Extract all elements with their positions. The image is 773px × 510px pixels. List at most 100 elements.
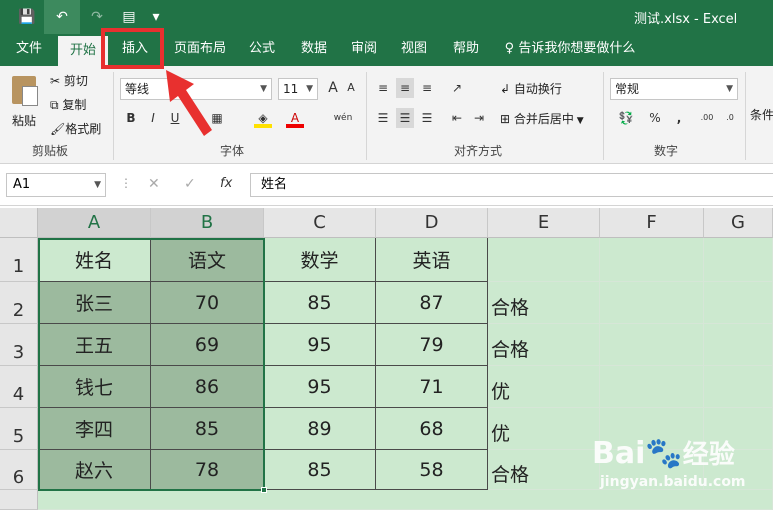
paste-button[interactable]: 粘贴 xyxy=(8,74,44,130)
font-size-combo[interactable]: 11 ▼ xyxy=(278,78,318,100)
align-middle-icon[interactable]: ≡ xyxy=(396,78,414,98)
italic-button[interactable]: I xyxy=(144,108,162,128)
percent-button[interactable]: % xyxy=(646,108,664,128)
table-cell[interactable] xyxy=(600,238,704,282)
align-left-icon[interactable]: ☰ xyxy=(374,108,392,128)
table-cell[interactable]: 69 xyxy=(151,324,264,366)
drag-handle-icon[interactable]: ⋮ xyxy=(120,176,132,190)
empty-row[interactable] xyxy=(38,490,773,510)
table-cell[interactable]: 85 xyxy=(264,450,376,490)
phonetic-icon[interactable]: wén xyxy=(330,108,356,128)
table-cell[interactable]: 71 xyxy=(376,366,488,408)
row-header-4[interactable]: 4 xyxy=(0,366,38,408)
tab-file[interactable]: 文件 xyxy=(6,34,52,66)
table-cell[interactable] xyxy=(704,366,773,408)
accounting-format-icon[interactable]: 💱 xyxy=(612,108,640,128)
tell-me-search[interactable]: ♀ 告诉我你想要做什么 xyxy=(500,34,640,66)
table-cell[interactable]: 86 xyxy=(151,366,264,408)
table-cell[interactable]: 李四 xyxy=(38,408,151,450)
table-cell[interactable] xyxy=(600,282,704,324)
table-cell[interactable]: 优 xyxy=(488,366,600,408)
font-color-icon[interactable]: A xyxy=(286,108,304,128)
table-cell[interactable]: 合格 xyxy=(488,282,600,324)
tab-review[interactable]: 审阅 xyxy=(342,34,386,66)
row-header-6[interactable]: 6 xyxy=(0,450,38,490)
borders-icon[interactable]: ▦ xyxy=(208,108,226,128)
table-cell[interactable]: 70 xyxy=(151,282,264,324)
table-cell[interactable]: 95 xyxy=(264,366,376,408)
table-cell[interactable]: 英语 xyxy=(376,238,488,282)
orientation-icon[interactable]: ↗ xyxy=(448,78,466,98)
table-cell[interactable] xyxy=(600,324,704,366)
table-cell[interactable]: 王五 xyxy=(38,324,151,366)
align-right-icon[interactable]: ☰ xyxy=(418,108,436,128)
table-cell[interactable]: 姓名 xyxy=(38,238,151,282)
row-header-7[interactable] xyxy=(0,490,38,510)
cancel-icon[interactable]: ✕ xyxy=(148,176,160,192)
tab-formulas[interactable]: 公式 xyxy=(240,34,284,66)
column-header-c[interactable]: C xyxy=(264,208,376,238)
table-cell[interactable] xyxy=(704,282,773,324)
formula-input[interactable]: 姓名 xyxy=(250,173,773,197)
enter-icon[interactable]: ✓ xyxy=(184,176,196,192)
table-cell[interactable]: 85 xyxy=(264,282,376,324)
table-cell[interactable]: 数学 xyxy=(264,238,376,282)
align-top-icon[interactable]: ≡ xyxy=(374,78,392,98)
table-cell[interactable]: 85 xyxy=(151,408,264,450)
tab-help[interactable]: 帮助 xyxy=(444,34,488,66)
row-header-2[interactable]: 2 xyxy=(0,282,38,324)
tab-view[interactable]: 视图 xyxy=(392,34,436,66)
table-cell[interactable]: 95 xyxy=(264,324,376,366)
row-header-1[interactable]: 1 xyxy=(0,238,38,282)
save-icon[interactable]: 💾 xyxy=(12,0,42,34)
wrap-text-button[interactable]: ↲ 自动换行 xyxy=(500,80,562,97)
table-cell[interactable]: 合格 xyxy=(488,450,600,490)
number-format-combo[interactable]: 常规 ▼ xyxy=(610,78,738,100)
column-header-a[interactable]: A xyxy=(38,208,151,238)
comma-button[interactable]: , xyxy=(670,108,688,128)
fill-color-icon[interactable]: ◈ xyxy=(254,108,272,128)
increase-indent-icon[interactable]: ⇥ xyxy=(470,108,488,128)
tab-data[interactable]: 数据 xyxy=(292,34,336,66)
table-cell[interactable]: 58 xyxy=(376,450,488,490)
format-painter-button[interactable]: 🖌格式刷 xyxy=(50,120,101,137)
table-cell[interactable] xyxy=(704,324,773,366)
tab-page-layout[interactable]: 页面布局 xyxy=(168,34,232,66)
copy-button[interactable]: ⧉ 复制 xyxy=(50,96,86,113)
row-header-3[interactable]: 3 xyxy=(0,324,38,366)
shrink-font-icon[interactable]: A xyxy=(342,78,360,98)
column-header-f[interactable]: F xyxy=(600,208,704,238)
cut-button[interactable]: ✂ 剪切 xyxy=(50,72,88,89)
align-bottom-icon[interactable]: ≡ xyxy=(418,78,436,98)
table-cell[interactable] xyxy=(704,238,773,282)
insert-function-icon[interactable]: fx xyxy=(220,176,232,191)
table-cell[interactable]: 78 xyxy=(151,450,264,490)
table-cell[interactable]: 87 xyxy=(376,282,488,324)
column-header-d[interactable]: D xyxy=(376,208,488,238)
name-box[interactable]: A1 ▼ xyxy=(6,173,106,197)
bold-button[interactable]: B xyxy=(122,108,140,128)
increase-decimal-icon[interactable]: .00 xyxy=(696,108,718,128)
decrease-indent-icon[interactable]: ⇤ xyxy=(448,108,466,128)
conditional-format-button[interactable]: 条件 xyxy=(750,106,773,123)
table-cell[interactable] xyxy=(600,366,704,408)
column-header-b[interactable]: B xyxy=(151,208,264,238)
undo-icon[interactable]: ↶ xyxy=(44,0,80,34)
align-center-icon[interactable]: ☰ xyxy=(396,108,414,128)
table-cell[interactable]: 优 xyxy=(488,408,600,450)
table-cell[interactable]: 合格 xyxy=(488,324,600,366)
table-cell[interactable]: 钱七 xyxy=(38,366,151,408)
table-cell[interactable]: 89 xyxy=(264,408,376,450)
fill-handle[interactable] xyxy=(261,487,267,493)
table-cell[interactable] xyxy=(488,238,600,282)
column-header-g[interactable]: G xyxy=(704,208,773,238)
column-header-e[interactable]: E xyxy=(488,208,600,238)
grow-font-icon[interactable]: A xyxy=(324,78,342,98)
table-cell[interactable]: 79 xyxy=(376,324,488,366)
merge-center-button[interactable]: ⊞ 合并后居中 ▼ xyxy=(500,110,584,127)
table-cell[interactable]: 张三 xyxy=(38,282,151,324)
decrease-decimal-icon[interactable]: .0 xyxy=(720,108,740,128)
select-all-corner[interactable] xyxy=(0,208,38,238)
table-cell[interactable]: 语文 xyxy=(151,238,264,282)
table-cell[interactable]: 赵六 xyxy=(38,450,151,490)
